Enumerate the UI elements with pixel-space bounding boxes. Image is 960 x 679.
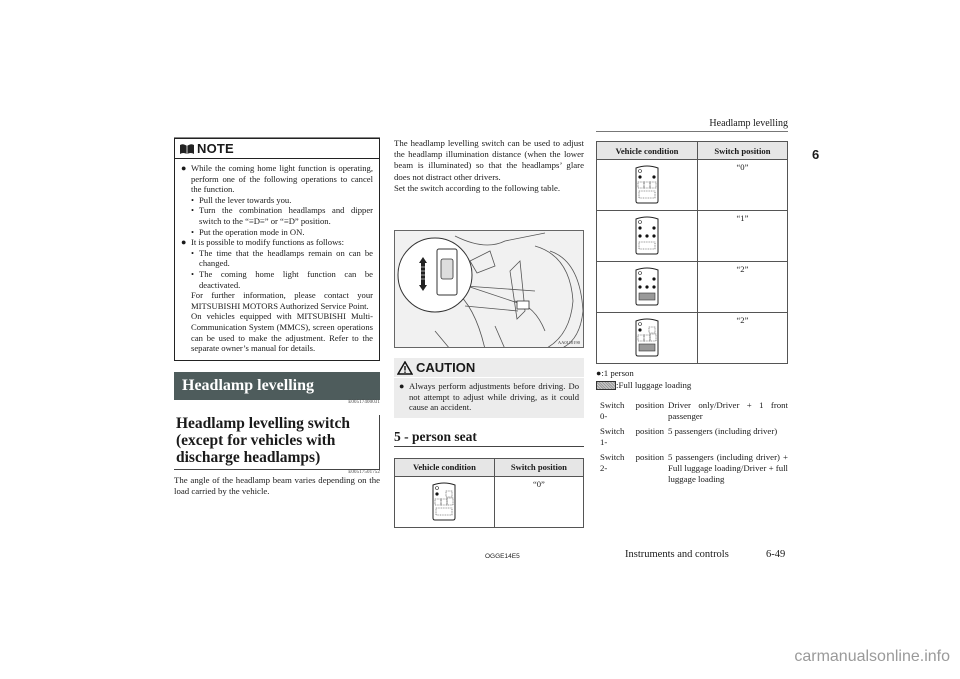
switch-position-cell: “0”: [696, 159, 789, 211]
note-subitem: • The coming home light function can be d…: [191, 268, 373, 290]
position-item: Switch position 0- Driver only/Driver + 1…: [600, 400, 788, 421]
header-switch-position: Switch position: [493, 457, 585, 477]
header-vehicle-condition: Vehicle condition: [394, 457, 495, 477]
vehicle-condition-cell: [596, 159, 698, 211]
sub-bullet-icon: •: [191, 268, 195, 279]
section-code: E00517400031: [348, 399, 380, 405]
car-five-passengers-icon: [635, 216, 659, 255]
note-paragraph: On vehicles equipped with MITSUBISHI Mul…: [191, 311, 373, 354]
switch-position-cell: “2”: [696, 261, 789, 313]
luggage-hatch-swatch: [596, 380, 616, 390]
table-row: “0”: [394, 475, 585, 528]
sub-bullet-icon: •: [191, 247, 195, 258]
instruction-paragraph: Set the switch according to the followin…: [394, 182, 561, 193]
note-box: NOTE ● While the coming home light funct…: [174, 138, 380, 361]
vehicle-condition-cell: [596, 312, 698, 364]
table-row: “2”: [596, 261, 789, 313]
caution-header: CAUTION: [394, 358, 584, 379]
note-paragraph: For further information, please contact …: [191, 290, 373, 311]
table-row: “2”: [596, 312, 789, 364]
chapter-number: 6: [812, 147, 820, 162]
legend: ●:1 person :Full luggage loading: [596, 368, 788, 391]
right-column: Vehicle condition Switch position “0” “1…: [596, 141, 789, 489]
position-item: Switch position 2- 5 passengers (includin…: [600, 452, 788, 484]
note-title: NOTE: [197, 141, 234, 156]
note-bullet: ● While the coming home light function i…: [181, 163, 373, 195]
note-subitem: • Pull the lever towards you.: [191, 194, 292, 205]
bullet-icon: ●: [181, 163, 187, 173]
car-two-front-seats-icon: [635, 165, 659, 204]
car-driver-luggage-icon: [635, 318, 659, 357]
illustration-code: AA0110190: [557, 340, 580, 346]
intro-paragraph: The headlamp levelling switch can be use…: [394, 138, 584, 182]
note-subitem: • Turn the combination headlamps and dipp…: [191, 205, 373, 226]
sub-bullet-icon: •: [191, 194, 195, 205]
position-description: 5 passengers (including driver) + Full l…: [668, 452, 788, 484]
bullet-icon: ●: [181, 237, 187, 248]
table-header-row: Vehicle condition Switch position: [394, 457, 585, 477]
switch-location-illustration: AA0110190: [394, 230, 584, 349]
switch-position-cell: “0”: [493, 475, 585, 528]
legend-person: ●:1 person: [596, 368, 634, 378]
caution-title: CAUTION: [416, 360, 476, 376]
subsection-title: Headlamp levelling switch (except for ve…: [174, 414, 380, 470]
header-vehicle-condition: Vehicle condition: [596, 141, 698, 160]
five-seat-table: Vehicle condition Switch position “0”: [394, 457, 585, 528]
dashboard-drawing: [397, 232, 583, 348]
switch-position-list: Switch position 0- Driver only/Driver + 1…: [596, 400, 788, 485]
vehicle-condition-cell: [394, 475, 495, 528]
section-title: Headlamp levelling: [174, 371, 380, 400]
caution-box: CAUTION ● Always perform adjustments befo…: [394, 358, 584, 418]
footer-doc-code: OGGE14E5: [485, 553, 520, 560]
middle-column: The headlamp levelling switch can be use…: [394, 138, 585, 528]
open-book-icon: [180, 143, 194, 154]
note-body: ● While the coming home light function i…: [175, 159, 379, 360]
car-five-passengers-luggage-icon: [635, 267, 659, 306]
note-bullet: ● It is possible to modify functions as …: [181, 237, 345, 248]
position-item: Switch position 1- 5 passengers (includin…: [596, 426, 788, 448]
vehicle-condition-cell: [596, 210, 698, 262]
subsection-intro: The angle of the headlamp beam varies de…: [174, 474, 380, 496]
vehicle-condition-cell: [596, 261, 698, 313]
five-seat-heading: 5 - person seat: [394, 429, 584, 447]
page-number: 6-49: [766, 549, 786, 560]
seat-table: Vehicle condition Switch position “0” “1…: [596, 141, 789, 364]
sub-bullet-icon: •: [191, 205, 195, 216]
position-description: 5 passengers (including driver): [668, 426, 778, 436]
car-seat-diagram-icon: [432, 482, 456, 521]
switch-position-cell: “1”: [696, 210, 789, 262]
note-subitem: • Put the operation mode in ON.: [191, 226, 305, 237]
header-switch-position: Switch position: [696, 141, 789, 160]
legend-luggage: :Full luggage loading: [596, 380, 788, 392]
running-head: Headlamp levelling: [596, 118, 788, 132]
table-row: “1”: [596, 210, 789, 262]
warning-triangle-icon: [397, 360, 413, 375]
sub-bullet-icon: •: [191, 226, 195, 237]
left-column: NOTE ● While the coming home light funct…: [174, 118, 380, 497]
switch-position-cell: “2”: [696, 312, 789, 364]
caution-body: ● Always perform adjustments before drivi…: [394, 378, 584, 418]
position-description: Driver only/Driver + 1 front passenger: [668, 400, 788, 421]
bullet-icon: ●: [399, 381, 405, 392]
note-subitem: • The time that the headlamps remain on c…: [191, 247, 373, 269]
watermark: carmanualsonline.info: [794, 648, 950, 665]
note-header: NOTE: [175, 139, 379, 159]
caution-text: Always perform adjustments before drivin…: [409, 381, 579, 413]
table-header-row: Vehicle condition Switch position: [596, 141, 789, 160]
footer-section: Instruments and controls: [625, 549, 729, 560]
table-row: “0”: [596, 159, 789, 211]
